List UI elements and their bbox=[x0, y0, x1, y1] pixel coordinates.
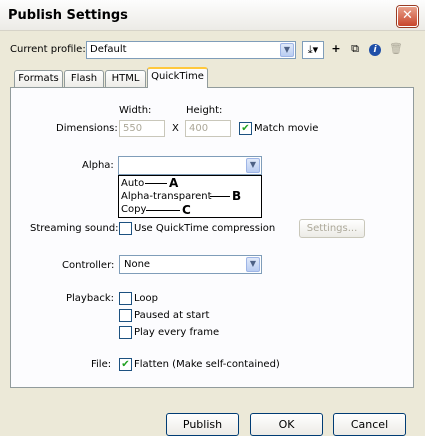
file-label: File: bbox=[91, 359, 112, 370]
match-movie-label: Match movie bbox=[254, 123, 319, 134]
controller-label: Controller: bbox=[62, 260, 115, 271]
quicktime-compression-checkbox[interactable] bbox=[119, 222, 132, 235]
close-button[interactable]: ✕ bbox=[397, 6, 418, 27]
tab-flash[interactable]: Flash bbox=[64, 70, 104, 88]
callout-letter-c: C bbox=[182, 203, 191, 217]
height-label: Height: bbox=[186, 105, 223, 116]
playback-label: Playback: bbox=[66, 293, 114, 304]
play-every-frame-checkbox[interactable] bbox=[119, 326, 132, 339]
alpha-option-auto-label: Auto bbox=[121, 178, 145, 189]
callout-letter-a: A bbox=[169, 176, 179, 190]
window-title: Publish Settings bbox=[8, 8, 128, 23]
current-profile-label: Current profile: bbox=[10, 44, 86, 55]
alpha-option-copy[interactable]: Copy bbox=[121, 204, 146, 215]
delete-profile-icon: 🗑 bbox=[389, 42, 403, 55]
loop-checkbox[interactable] bbox=[119, 292, 132, 305]
duplicate-profile-icon: ⧉ bbox=[351, 42, 359, 55]
alpha-option-alpha-transparent[interactable]: Alpha-transparent bbox=[121, 191, 212, 202]
callout-line-a bbox=[145, 183, 167, 184]
chevron-down-icon[interactable]: ▼ bbox=[246, 158, 260, 173]
loop-label: Loop bbox=[134, 293, 158, 304]
callout-letter-b: B bbox=[232, 189, 242, 203]
alpha-option-alpha-transparent-label: Alpha-transparent bbox=[121, 191, 212, 202]
delete-profile-button[interactable]: 🗑 bbox=[387, 41, 405, 59]
flatten-label: Flatten (Make self-contained) bbox=[134, 359, 280, 370]
tab-quicktime[interactable]: QuickTime bbox=[147, 67, 208, 88]
checkmark-icon: ✔ bbox=[241, 123, 250, 134]
cancel-button[interactable]: Cancel bbox=[333, 413, 406, 436]
height-value: 400 bbox=[189, 123, 209, 134]
height-input[interactable]: 400 bbox=[185, 120, 231, 137]
tab-formats[interactable]: Formats bbox=[14, 70, 63, 88]
publish-button[interactable]: Publish bbox=[166, 413, 239, 436]
controller-value: None bbox=[124, 259, 151, 270]
alpha-select[interactable]: ▼ bbox=[118, 156, 262, 175]
streaming-sound-label: Streaming sound: bbox=[30, 223, 119, 234]
current-profile-select[interactable]: Default ▼ bbox=[86, 41, 296, 59]
alpha-label: Alpha: bbox=[82, 160, 114, 171]
alpha-option-copy-label: Copy bbox=[121, 204, 147, 215]
width-value: 550 bbox=[123, 123, 143, 134]
current-profile-value: Default bbox=[90, 44, 127, 55]
match-movie-checkbox[interactable]: ✔ bbox=[239, 122, 252, 135]
profile-info-button[interactable]: i bbox=[366, 41, 384, 59]
width-label: Width: bbox=[119, 105, 152, 116]
paused-at-start-checkbox[interactable] bbox=[119, 309, 132, 322]
chevron-down-icon[interactable]: ▼ bbox=[280, 43, 294, 57]
flatten-checkbox[interactable]: ✔ bbox=[119, 358, 132, 371]
sound-settings-button[interactable]: Settings... bbox=[299, 219, 365, 238]
play-every-frame-label: Play every frame bbox=[134, 327, 220, 338]
callout-line-c bbox=[146, 210, 180, 211]
width-input[interactable]: 550 bbox=[119, 120, 165, 137]
info-icon: i bbox=[369, 44, 381, 56]
import-export-button[interactable]: ⤓▾ bbox=[302, 41, 324, 59]
tab-html[interactable]: HTML bbox=[105, 70, 146, 88]
import-export-icon: ⤓▾ bbox=[307, 43, 319, 56]
close-icon: ✕ bbox=[402, 8, 413, 23]
duplicate-profile-button[interactable]: ⧉ bbox=[346, 41, 364, 59]
controller-select[interactable]: None ▼ bbox=[119, 255, 262, 274]
chevron-down-icon[interactable]: ▼ bbox=[246, 257, 260, 272]
checkmark-icon: ✔ bbox=[121, 359, 130, 370]
dimensions-label: Dimensions: bbox=[56, 123, 118, 134]
add-profile-button[interactable]: + bbox=[327, 41, 345, 59]
ok-button[interactable]: OK bbox=[250, 413, 323, 436]
callout-line-b bbox=[210, 196, 230, 197]
quicktime-compression-label: Use QuickTime compression bbox=[134, 223, 276, 234]
alpha-option-auto[interactable]: Auto bbox=[121, 178, 144, 189]
paused-at-start-label: Paused at start bbox=[134, 310, 210, 321]
add-profile-icon: + bbox=[331, 42, 341, 55]
dimension-separator: X bbox=[172, 123, 179, 134]
